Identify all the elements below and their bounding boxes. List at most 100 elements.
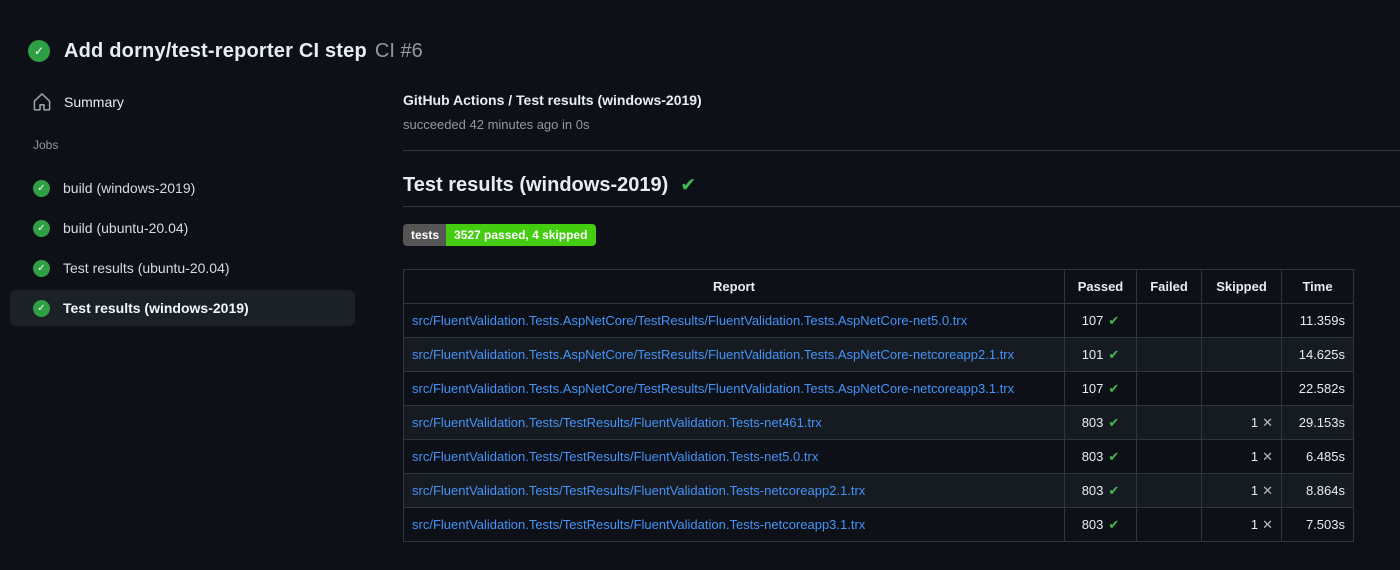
report-link[interactable]: src/FluentValidation.Tests/TestResults/F… [412,449,818,464]
table-row: src/FluentValidation.Tests/TestResults/F… [403,507,1354,542]
table-row: src/FluentValidation.Tests.AspNetCore/Te… [403,303,1354,338]
home-icon [33,93,51,111]
tests-badge-label: tests [403,224,447,246]
skipped-cell: 1 ✕ [1201,439,1282,474]
sidebar-item-summary[interactable]: Summary [10,84,355,120]
failed-cell [1136,337,1202,372]
table-header-row: Report Passed Failed Skipped Time [403,269,1354,304]
column-header-passed: Passed [1064,269,1137,304]
check-run-breadcrumb: GitHub Actions / Test results (windows-2… [403,92,702,108]
table-row: src/FluentValidation.Tests.AspNetCore/Te… [403,371,1354,406]
x-icon: ✕ [1262,448,1273,464]
report-cell: src/FluentValidation.Tests.AspNetCore/Te… [403,303,1065,338]
passed-count: 101 [1081,346,1104,362]
sidebar-job-item-0[interactable]: ✓ build (windows-2019) [10,170,355,206]
report-cell: src/FluentValidation.Tests/TestResults/F… [403,507,1065,542]
passed-cell: 101 ✔ [1064,337,1137,372]
job-label: build (ubuntu-20.04) [63,220,189,236]
passed-cell: 803 ✔ [1064,405,1137,440]
report-link[interactable]: src/FluentValidation.Tests/TestResults/F… [412,483,865,498]
failed-cell [1136,405,1202,440]
passed-cell: 803 ✔ [1064,507,1137,542]
check-icon: ✔ [1108,414,1120,430]
failed-cell [1136,473,1202,508]
failed-cell [1136,303,1202,338]
report-link[interactable]: src/FluentValidation.Tests.AspNetCore/Te… [412,347,1014,362]
skipped-cell [1201,303,1282,338]
check-icon: ✔ [1108,448,1120,464]
job-label: Test results (windows-2019) [63,300,249,316]
time-cell: 6.485s [1281,439,1354,474]
sidebar-jobs-heading: Jobs [33,138,59,152]
content: Summary Jobs ✓ build (windows-2019) ✓ build… [0,72,1400,542]
sidebar-job-item-2[interactable]: ✓ Test results (ubuntu-20.04) [10,250,355,286]
passed-count: 803 [1081,448,1104,464]
table-row: src/FluentValidation.Tests/TestResults/F… [403,439,1354,474]
passed-count: 803 [1081,414,1104,430]
run-title: Add dorny/test-reporter CI step [64,39,367,62]
check-icon: ✔ [1108,312,1120,328]
table-row: src/FluentValidation.Tests.AspNetCore/Te… [403,337,1354,372]
x-icon: ✕ [1262,414,1273,430]
skipped-count: 1 [1250,516,1259,532]
tests-badge: tests 3527 passed, 4 skipped [403,224,597,246]
skipped-cell: 1 ✕ [1201,405,1282,440]
job-success-icon: ✓ [33,299,50,317]
divider-top [403,150,1400,151]
passed-cell: 803 ✔ [1064,473,1137,508]
table-body: src/FluentValidation.Tests.AspNetCore/Te… [403,303,1354,542]
sidebar: Summary Jobs ✓ build (windows-2019) ✓ build… [0,72,400,330]
check-icon: ✔ [1108,516,1120,532]
passed-cell: 107 ✔ [1064,303,1137,338]
skipped-cell [1201,371,1282,406]
check-icon: ✔ [1108,380,1120,396]
column-header-report: Report [403,269,1065,304]
section-title: Test results (windows-2019) [403,174,669,196]
job-label: Test results (ubuntu-20.04) [63,260,230,276]
passed-count: 803 [1081,516,1104,532]
time-cell: 8.864s [1281,473,1354,508]
time-cell: 11.359s [1281,303,1354,338]
job-success-icon: ✓ [33,179,50,197]
tests-badge-value: 3527 passed, 4 skipped [446,224,597,246]
sidebar-job-item-3[interactable]: ✓ Test results (windows-2019) [10,290,355,326]
passed-cell: 107 ✔ [1064,371,1137,406]
report-link[interactable]: src/FluentValidation.Tests.AspNetCore/Te… [412,381,1014,396]
skipped-cell: 1 ✕ [1201,507,1282,542]
report-cell: src/FluentValidation.Tests.AspNetCore/Te… [403,371,1065,406]
report-link[interactable]: src/FluentValidation.Tests/TestResults/F… [412,415,822,430]
report-link[interactable]: src/FluentValidation.Tests.AspNetCore/Te… [412,313,967,328]
run-success-icon: ✓ [28,40,50,62]
failed-cell [1136,507,1202,542]
run-number: CI #6 [374,39,423,62]
time-cell: 7.503s [1281,507,1354,542]
passed-cell: 803 ✔ [1064,439,1137,474]
report-cell: src/FluentValidation.Tests/TestResults/F… [403,405,1065,440]
time-cell: 29.153s [1281,405,1354,440]
column-header-failed: Failed [1136,269,1202,304]
table-row: src/FluentValidation.Tests/TestResults/F… [403,473,1354,508]
skipped-count: 1 [1250,482,1259,498]
job-success-icon: ✓ [33,259,50,277]
job-label: build (windows-2019) [63,180,196,196]
time-cell: 14.625s [1281,337,1354,372]
check-icon: ✔ [1108,346,1120,362]
report-cell: src/FluentValidation.Tests.AspNetCore/Te… [403,337,1065,372]
skipped-cell [1201,337,1282,372]
skipped-cell: 1 ✕ [1201,473,1282,508]
report-cell: src/FluentValidation.Tests/TestResults/F… [403,439,1065,474]
column-header-skipped: Skipped [1201,269,1282,304]
table-row: src/FluentValidation.Tests/TestResults/F… [403,405,1354,440]
run-status-line: succeeded 42 minutes ago in 0s [403,117,590,132]
report-link[interactable]: src/FluentValidation.Tests/TestResults/F… [412,517,865,532]
sidebar-job-item-1[interactable]: ✓ build (ubuntu-20.04) [10,210,355,246]
test-results-table: Report Passed Failed Skipped Time src/Fl… [403,269,1354,542]
passed-count: 107 [1081,380,1104,396]
x-icon: ✕ [1262,482,1273,498]
check-icon: ✔ [1108,482,1120,498]
skipped-count: 1 [1250,414,1259,430]
failed-cell [1136,439,1202,474]
sidebar-summary-label: Summary [64,94,124,110]
sidebar-jobs-list: ✓ build (windows-2019) ✓ build (ubuntu-20.0… [10,170,400,326]
passed-count: 803 [1081,482,1104,498]
